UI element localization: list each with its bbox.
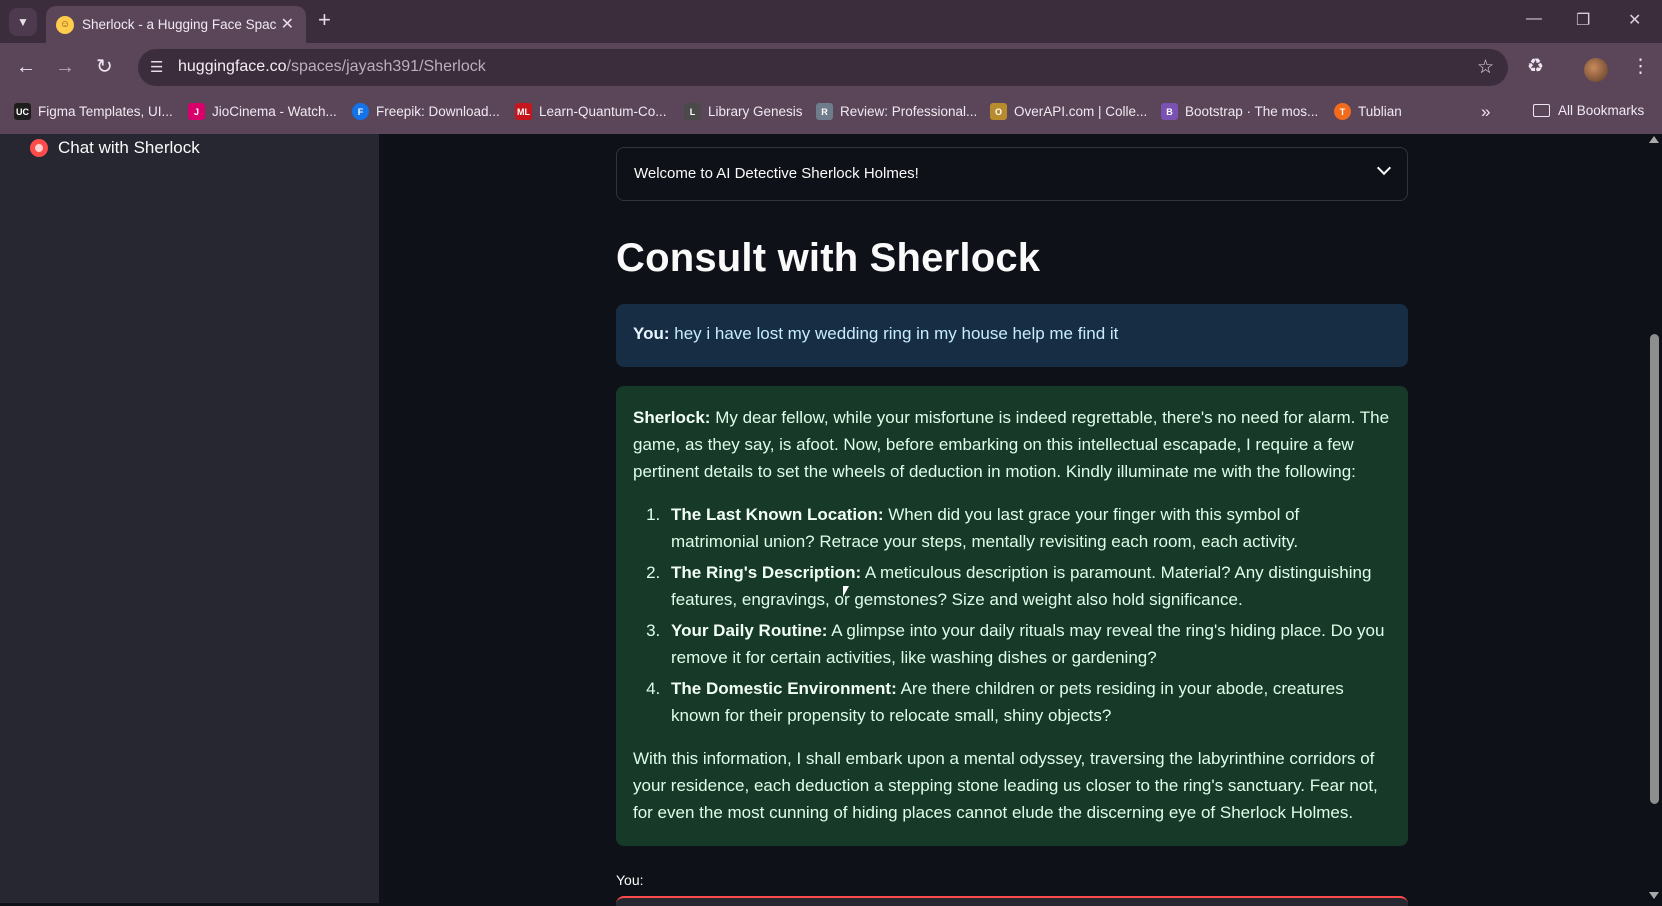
close-window-icon[interactable]: ✕	[1628, 10, 1641, 30]
folder-icon	[1533, 104, 1550, 117]
address-bar[interactable]: ☰ huggingface.co/spaces/jayash391/Sherlo…	[138, 49, 1508, 86]
restore-window-icon[interactable]: ❐	[1576, 10, 1590, 30]
bookmark-favicon-icon: B	[1161, 103, 1178, 120]
bookmark-item[interactable]: J JioCinema - Watch...	[188, 103, 337, 120]
chat-input[interactable]	[616, 896, 1408, 906]
list-item: The Ring's Description: A meticulous des…	[665, 559, 1391, 613]
sherlock-outro: With this information, I shall embark up…	[633, 749, 1378, 822]
sherlock-speaker-label: Sherlock:	[633, 408, 711, 427]
site-info-icon[interactable]: ☰	[150, 58, 163, 76]
forward-arrow-icon[interactable]: →	[55, 56, 75, 78]
question-list: The Last Known Location: When did you la…	[665, 501, 1391, 729]
mouse-cursor-icon	[843, 586, 849, 597]
expander-label: Welcome to AI Detective Sherlock Holmes!	[634, 165, 919, 182]
bookmark-star-icon[interactable]: ☆	[1477, 56, 1494, 79]
bookmark-favicon-icon: O	[990, 103, 1007, 120]
chevron-down-icon	[1376, 160, 1392, 176]
bookmark-item[interactable]: B Bootstrap · The mos...	[1161, 103, 1318, 120]
browser-menu-icon[interactable]: ⋮	[1631, 55, 1650, 78]
browser-tab[interactable]: ☺ Sherlock - a Hugging Face Spac ✕	[46, 6, 306, 43]
bookmarks-overflow-chevron-icon[interactable]: »	[1481, 102, 1490, 122]
bookmark-favicon-icon: L	[684, 103, 701, 120]
bookmark-item[interactable]: L Library Genesis	[684, 103, 803, 120]
bookmark-item[interactable]: R Review: Professional...	[816, 103, 977, 120]
browser-toolbar: ← → ↻ ☰ huggingface.co/spaces/jayash391/…	[0, 43, 1662, 93]
user-message: You: hey i have lost my wedding ring in …	[616, 304, 1408, 367]
bookmark-favicon-icon: F	[352, 103, 369, 120]
new-tab-plus-icon[interactable]: +	[318, 9, 331, 31]
browser-tab-bar: ▼ ☺ Sherlock - a Hugging Face Spac ✕ + —…	[0, 0, 1662, 43]
extensions-puzzle-icon[interactable]: ♻	[1527, 55, 1544, 78]
sherlock-message: Sherlock: My dear fellow, while your mis…	[616, 386, 1408, 846]
list-item: The Domestic Environment: Are there chil…	[665, 675, 1391, 729]
bookmark-item[interactable]: T Tublian	[1334, 103, 1402, 120]
main-content: Welcome to AI Detective Sherlock Holmes!…	[379, 134, 1647, 906]
sidebar: Chat with Sherlock	[0, 134, 379, 903]
hugging-face-icon: ☺	[56, 15, 74, 34]
page-title: Consult with Sherlock	[616, 236, 1041, 280]
page-scrollbar[interactable]	[1647, 134, 1662, 903]
bookmark-item[interactable]: O OverAPI.com | Colle...	[990, 103, 1147, 120]
bookmark-favicon-icon: ML	[515, 103, 532, 120]
record-dot-icon	[30, 139, 48, 157]
sidebar-item-label: Chat with Sherlock	[58, 138, 200, 157]
minimize-icon[interactable]: —	[1526, 10, 1542, 28]
address-url: huggingface.co/spaces/jayash391/Sherlock	[178, 58, 486, 75]
tab-title: Sherlock - a Hugging Face Spac	[82, 17, 277, 32]
tab-search-chevron-icon[interactable]: ▼	[9, 8, 37, 36]
welcome-expander[interactable]: Welcome to AI Detective Sherlock Holmes!	[616, 147, 1408, 201]
bookmark-favicon-icon: T	[1334, 103, 1351, 120]
bookmark-favicon-icon: J	[188, 103, 205, 120]
scrollbar-thumb[interactable]	[1650, 334, 1659, 804]
scroll-up-arrow-icon[interactable]	[1649, 136, 1659, 143]
bookmark-item[interactable]: F Freepik: Download...	[352, 103, 500, 120]
reload-icon[interactable]: ↻	[96, 56, 113, 78]
list-item: The Last Known Location: When did you la…	[665, 501, 1391, 555]
tab-close-icon[interactable]: ✕	[281, 14, 294, 34]
bookmark-favicon-icon: R	[816, 103, 833, 120]
sherlock-intro: Sherlock: My dear fellow, while your mis…	[633, 408, 1390, 481]
user-speaker-label: You:	[633, 324, 670, 343]
bookmarks-bar: UC Figma Templates, UI... J JioCinema - Wa…	[0, 93, 1662, 134]
profile-avatar[interactable]	[1584, 58, 1608, 82]
sidebar-item-chat-with-sherlock[interactable]: Chat with Sherlock	[30, 138, 200, 158]
scroll-down-arrow-icon[interactable]	[1649, 892, 1659, 899]
list-item: Your Daily Routine: A glimpse into your …	[665, 617, 1391, 671]
bookmark-favicon-icon: UC	[14, 103, 31, 120]
bookmark-item[interactable]: ML Learn-Quantum-Co...	[515, 103, 667, 120]
all-bookmarks-button[interactable]: All Bookmarks	[1533, 103, 1644, 118]
bookmark-item[interactable]: UC Figma Templates, UI...	[14, 103, 173, 120]
user-message-text: hey i have lost my wedding ring in my ho…	[674, 324, 1119, 343]
input-label: You:	[616, 872, 644, 888]
back-arrow-icon[interactable]: ←	[16, 56, 36, 78]
